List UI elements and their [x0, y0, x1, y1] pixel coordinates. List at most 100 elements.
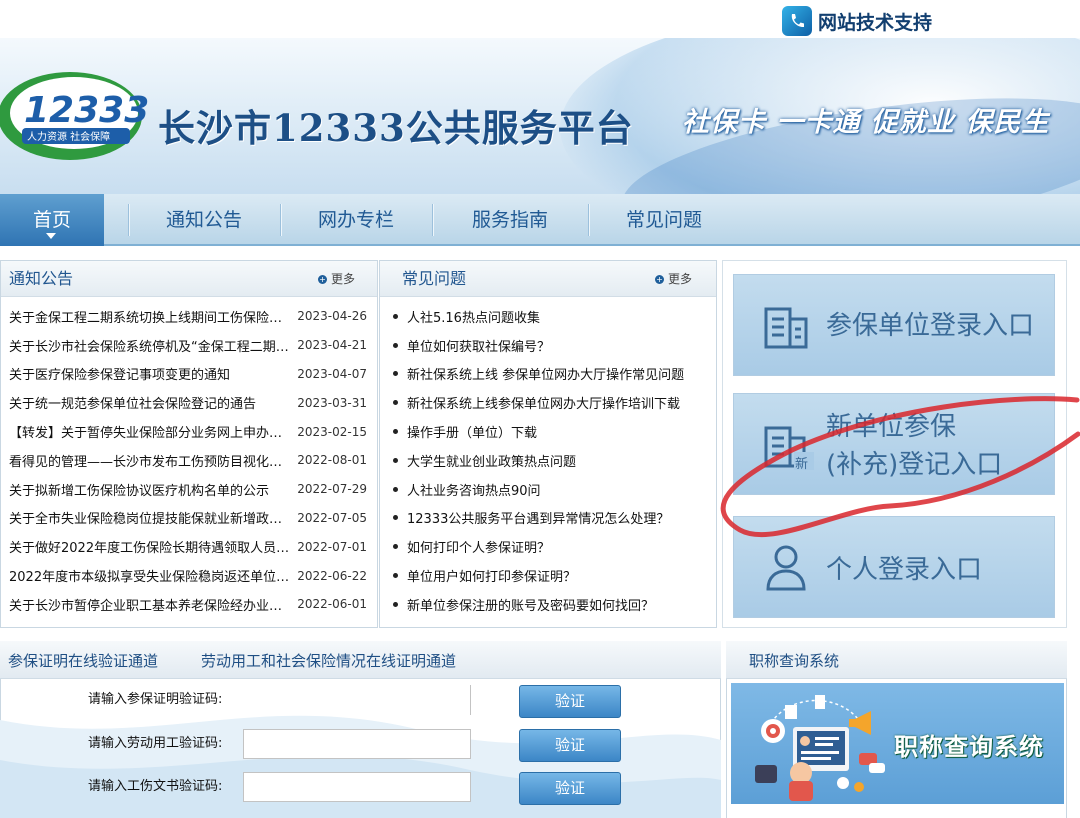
- notice-item[interactable]: 关于长沙市暂停企业职工基本养老保险经办业务的公告 2022-06-01: [1, 590, 377, 619]
- faq-item[interactable]: 操作手册（单位）下载: [380, 417, 716, 446]
- notices-list: 关于金保工程二期系统切换上线期间工伤保险业务暂停办理的通告2023-04-26关…: [1, 297, 377, 619]
- logo-subtitle: 人力资源 社会保障: [27, 130, 110, 143]
- bullet-icon: [393, 313, 398, 319]
- notices-header: 通知公告 + 更多: [1, 261, 377, 297]
- verify-tabs: 参保证明在线验证通道 劳动用工和社会保险情况在线证明通道: [0, 641, 721, 679]
- office-illustration-icon: [755, 695, 885, 801]
- nav-service-guide[interactable]: 服务指南: [432, 194, 588, 246]
- labor-code-input[interactable]: [243, 729, 471, 759]
- notice-title: 2022年度市本级拟享受失业保险稳岗返还单位名单公示: [9, 570, 290, 586]
- notice-title: 关于统一规范参保单位社会保险登记的通告: [9, 397, 257, 413]
- faq-title-text: 人社5.16热点问题收集: [407, 310, 540, 326]
- notice-title: 关于全市失业保险稳岗位提技能保就业新增政策的通知: [9, 512, 289, 528]
- unit-login-entry[interactable]: 参保单位登录入口: [733, 274, 1055, 376]
- notice-item[interactable]: 关于做好2022年度工伤保险长期待遇领取人员资格认证的通知 2022-07-01: [1, 532, 377, 561]
- faq-title-text: 人社业务咨询热点90问: [407, 483, 541, 499]
- insurance-code-input[interactable]: [243, 685, 471, 715]
- verify-label: 请输入劳动用工验证码:: [88, 736, 223, 751]
- faq-title-text: 单位用户如何打印参保证明？: [407, 570, 577, 586]
- notice-date: 2023-04-07: [297, 366, 367, 381]
- more-label: 更多: [667, 272, 692, 286]
- plus-icon: +: [317, 274, 327, 284]
- notice-date: 2023-03-31: [297, 395, 367, 410]
- faq-item[interactable]: 新社保系统上线 参保单位网办大厅操作常见问题: [380, 360, 716, 389]
- notice-item[interactable]: 关于长沙市社会保险系统停机及“金保工程二期”系统上线的公告 2023-04-21: [1, 331, 377, 360]
- site-title: 长沙市12333公共服务平台: [158, 106, 634, 150]
- faq-header: 常见问题 + 更多: [380, 261, 716, 297]
- main-nav: 首页 通知公告 网办专栏 服务指南 常见问题: [0, 194, 1080, 246]
- bullet-icon: [393, 457, 398, 463]
- injury-code-input[interactable]: [243, 772, 471, 802]
- notice-item[interactable]: 看得见的管理——长沙市发布工伤预防目视化管理指引 2022-08-01: [1, 446, 377, 475]
- notice-title: 关于做好2022年度工伤保险长期待遇领取人员资格认证的通知: [9, 541, 290, 557]
- notice-date: 2022-06-22: [297, 568, 367, 583]
- bullet-icon: [393, 429, 398, 435]
- nav-notices[interactable]: 通知公告: [128, 194, 280, 246]
- bullet-icon: [393, 400, 398, 406]
- plus-icon: +: [654, 274, 664, 284]
- notice-item[interactable]: 2022年度市本级拟享受失业保险稳岗返还单位名单公示 2022-06-22: [1, 561, 377, 590]
- notices-panel: 通知公告 + 更多 关于金保工程二期系统切换上线期间工伤保险业务暂停办理的通告 2…: [0, 260, 378, 628]
- jobtitle-title: 职称查询系统: [749, 652, 840, 670]
- faq-item[interactable]: 单位用户如何打印参保证明？: [380, 561, 716, 590]
- notice-item[interactable]: 关于统一规范参保单位社会保险登记的通告 2023-03-31: [1, 388, 377, 417]
- notices-title: 通知公告: [9, 269, 74, 288]
- verify-label: 请输入参保证明验证码:: [88, 692, 223, 707]
- jobtitle-banner-text: 职称查询系统: [894, 733, 1044, 761]
- site-logo: 12333 人力资源 社会保障: [0, 72, 149, 160]
- faq-title-text: 大学生就业创业政策热点问题: [407, 454, 577, 470]
- verify-row-labor: 请输入劳动用工验证码: 验证: [0, 729, 720, 769]
- logo-number: 12333: [24, 90, 149, 131]
- verify-button[interactable]: 验证: [519, 772, 621, 805]
- faq-more-link[interactable]: + 更多: [654, 261, 692, 297]
- notice-item[interactable]: 关于拟新增工伤保险协议医疗机构名单的公示 2022-07-29: [1, 475, 377, 504]
- faq-item[interactable]: 12333公共服务平台遇到异常情况怎么处理？: [380, 504, 716, 533]
- bullet-icon: [393, 486, 398, 492]
- faq-panel: 常见问题 + 更多 人社5.16热点问题收集 单位如何获取社保编号？ 新社保系统上线…: [379, 260, 717, 628]
- verify-row-injury: 请输入工伤文书验证码: 验证: [0, 772, 720, 812]
- notice-item[interactable]: 关于金保工程二期系统切换上线期间工伤保险业务暂停办理的通告 2023-04-26: [1, 302, 377, 331]
- faq-item[interactable]: 单位如何获取社保编号？: [380, 331, 716, 360]
- faq-title-text: 操作手册（单位）下载: [407, 426, 538, 442]
- notice-date: 2023-04-26: [297, 309, 367, 324]
- notice-title: 关于拟新增工伤保险协议医疗机构名单的公示: [9, 483, 270, 499]
- phone-icon: [782, 6, 812, 36]
- notice-title: 关于金保工程二期系统切换上线期间工伤保险业务暂停办理的通告: [9, 310, 289, 326]
- nav-online-services[interactable]: 网办专栏: [280, 194, 432, 246]
- tab-labor-cert-verify[interactable]: 劳动用工和社会保险情况在线证明通道: [201, 641, 456, 681]
- building-icon: [764, 307, 808, 349]
- notice-item[interactable]: 【转发】关于暂停失业保险部分业务网上申办的通知 2023-02-15: [1, 417, 377, 446]
- notices-more-link[interactable]: + 更多: [317, 261, 355, 297]
- tech-support-text: 网站技术支持: [818, 11, 933, 34]
- notice-title: 关于长沙市社会保险系统停机及“金保工程二期”系统上线的公告: [9, 339, 289, 355]
- nav-faq[interactable]: 常见问题: [588, 194, 740, 246]
- bullet-icon: [393, 371, 398, 377]
- faq-item[interactable]: 如何打印个人参保证明？: [380, 532, 716, 561]
- faq-item[interactable]: 新单位参保注册的账号及密码要如何找回？: [380, 590, 716, 619]
- verify-row-insurance: 请输入参保证明验证码: 验证: [0, 685, 720, 725]
- faq-item[interactable]: 人社5.16热点问题收集: [380, 302, 716, 331]
- tab-insurance-cert-verify[interactable]: 参保证明在线验证通道: [8, 641, 158, 681]
- person-icon: [766, 545, 806, 591]
- faq-item[interactable]: 大学生就业创业政策热点问题: [380, 446, 716, 475]
- notice-date: 2022-08-01: [297, 453, 367, 468]
- slogan: 社保卡 一卡通 促就业 保民生: [682, 107, 1050, 138]
- notice-item[interactable]: 关于全市失业保险稳岗位提技能保就业新增政策的通知 2022-07-05: [1, 504, 377, 533]
- faq-title-text: 新单位参保注册的账号及密码要如何找回？: [407, 598, 655, 614]
- notice-title: 【转发】关于暂停失业保险部分业务网上申办的通知: [9, 426, 290, 442]
- unit-login-label: 参保单位登录入口: [826, 311, 1035, 341]
- notice-item[interactable]: 关于医疗保险参保登记事项变更的通知 2023-04-07: [1, 360, 377, 389]
- notice-date: 2022-07-29: [297, 482, 367, 497]
- active-caret-icon: [46, 233, 56, 239]
- notice-date: 2022-07-05: [297, 510, 367, 525]
- tech-support-link[interactable]: 网站技术支持: [782, 6, 932, 36]
- faq-item[interactable]: 新社保系统上线参保单位网办大厅操作培训下载: [380, 388, 716, 417]
- faq-title-text: 单位如何获取社保编号？: [407, 339, 551, 355]
- verify-button[interactable]: 验证: [519, 685, 621, 718]
- faq-item[interactable]: 人社业务咨询热点90问: [380, 475, 716, 504]
- jobtitle-banner-link[interactable]: 职称查询系统: [731, 683, 1064, 804]
- red-annotation-stroke: [720, 396, 1080, 538]
- verify-label: 请输入工伤文书验证码:: [88, 779, 223, 794]
- verify-button[interactable]: 验证: [519, 729, 621, 762]
- notice-date: 2023-04-21: [297, 338, 367, 353]
